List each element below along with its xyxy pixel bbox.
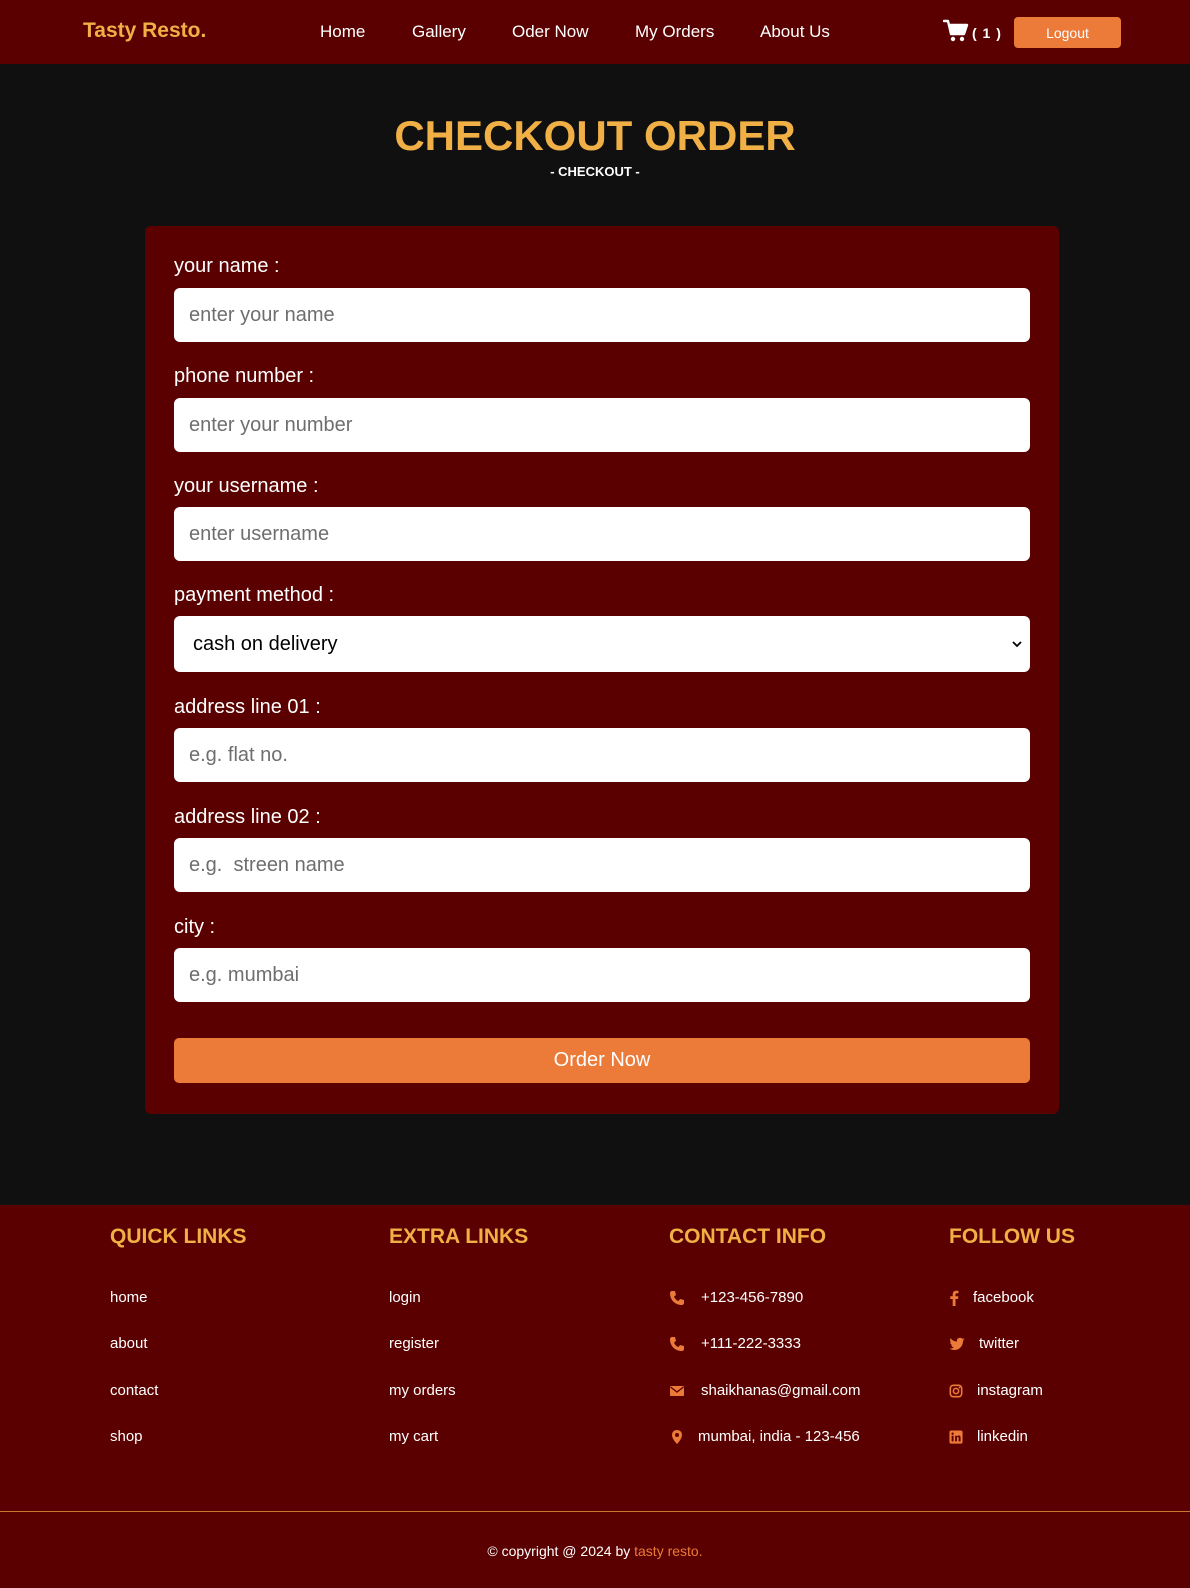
contact-address: mumbai, india - 123-456: [669, 1428, 860, 1445]
footer-link-register[interactable]: register: [389, 1335, 439, 1352]
follow-twitter[interactable]: twitter: [949, 1335, 1019, 1352]
extra-links-column: EXTRA LINKS login register my orders my …: [389, 1225, 529, 1445]
address1-input[interactable]: [174, 728, 1030, 782]
twitter-icon: [949, 1336, 965, 1352]
map-marker-icon: [669, 1429, 685, 1445]
contact-email-text: shaikhanas@gmail.com: [701, 1382, 861, 1399]
linkedin-icon: [949, 1429, 963, 1444]
name-input[interactable]: [174, 288, 1030, 342]
follow-linkedin[interactable]: linkedin: [949, 1428, 1028, 1445]
phone-input[interactable]: [174, 398, 1030, 452]
follow-linkedin-text: linkedin: [977, 1428, 1028, 1445]
contact-phone-1[interactable]: +123-456-7890: [669, 1289, 803, 1306]
phone-icon: [669, 1290, 685, 1306]
checkout-form: your name : phone number : your username…: [145, 226, 1059, 1114]
extra-links-heading: EXTRA LINKS: [389, 1225, 529, 1248]
quick-links-heading: QUICK LINKS: [110, 1225, 247, 1248]
nav-order-now[interactable]: Oder Now: [512, 22, 589, 42]
address1-label: address line 01 :: [174, 696, 321, 718]
payment-method-label: payment method :: [174, 584, 335, 606]
contact-phone-2[interactable]: +111-222-3333: [669, 1335, 801, 1352]
payment-method-select[interactable]: cash on delivery: [174, 616, 1030, 672]
nav-home[interactable]: Home: [320, 22, 365, 42]
footer-link-home[interactable]: home: [110, 1289, 148, 1306]
footer-link-about[interactable]: about: [110, 1335, 148, 1352]
footer-link-login[interactable]: login: [389, 1289, 421, 1306]
logout-button[interactable]: Logout: [1014, 17, 1121, 48]
contact-info-heading: CONTACT INFO: [669, 1225, 827, 1248]
payment-method-value: cash on delivery: [193, 632, 338, 655]
chevron-down-icon: [1012, 637, 1022, 651]
page-title: CHECKOUT ORDER: [394, 112, 796, 159]
contact-address-text: mumbai, india - 123-456: [698, 1428, 860, 1445]
footer-link-my-cart[interactable]: my cart: [389, 1428, 438, 1445]
footer-link-contact[interactable]: contact: [110, 1382, 158, 1399]
follow-us-column: FOLLOW US facebook twitter instagram lin…: [949, 1225, 1075, 1445]
city-label: city :: [174, 916, 216, 938]
shopping-cart-icon: [942, 19, 969, 48]
contact-phone-2-text: +111-222-3333: [701, 1335, 801, 1352]
nav-my-orders[interactable]: My Orders: [635, 22, 714, 42]
address2-input[interactable]: [174, 838, 1030, 892]
follow-instagram[interactable]: instagram: [949, 1382, 1043, 1399]
nav-gallery[interactable]: Gallery: [412, 22, 466, 42]
phone-icon: [669, 1336, 685, 1352]
follow-facebook[interactable]: facebook: [949, 1289, 1034, 1306]
follow-facebook-text: facebook: [973, 1289, 1034, 1306]
contact-email[interactable]: shaikhanas@gmail.com: [669, 1382, 860, 1399]
footer-link-my-orders[interactable]: my orders: [389, 1382, 456, 1399]
name-label: your name :: [174, 255, 280, 277]
facebook-icon: [949, 1290, 959, 1306]
footer: QUICK LINKS home about contact shop EXTR…: [0, 1205, 1190, 1588]
city-input[interactable]: [174, 948, 1030, 1002]
footer-divider: [0, 1511, 1190, 1512]
follow-us-heading: FOLLOW US: [949, 1225, 1075, 1248]
address2-label: address line 02 :: [174, 806, 321, 828]
nav-about-us[interactable]: About Us: [760, 22, 830, 42]
instagram-icon: [949, 1384, 963, 1398]
order-now-button[interactable]: Order Now: [174, 1038, 1030, 1083]
username-label: your username :: [174, 475, 319, 497]
copyright: © copyright @ 2024 by tasty resto.: [0, 1543, 1190, 1559]
envelope-icon: [669, 1383, 685, 1399]
footer-link-shop[interactable]: shop: [110, 1428, 143, 1445]
follow-twitter-text: twitter: [979, 1335, 1020, 1352]
main-nav: Home Gallery Oder Now My Orders About Us: [0, 22, 1190, 44]
page-subtitle: - CHECKOUT -: [550, 164, 640, 179]
cart-count-badge: ( 1 ): [972, 25, 1002, 41]
follow-instagram-text: instagram: [977, 1382, 1043, 1399]
copyright-brand[interactable]: tasty resto.: [634, 1543, 702, 1559]
username-input[interactable]: [174, 507, 1030, 561]
contact-phone-1-text: +123-456-7890: [701, 1289, 804, 1306]
contact-info-column: CONTACT INFO +123-456-7890 +111-222-3333…: [669, 1225, 860, 1445]
quick-links-column: QUICK LINKS home about contact shop: [110, 1225, 247, 1445]
cart-link[interactable]: ( 1 ): [942, 19, 1002, 48]
header: Tasty Resto. Home Gallery Oder Now My Or…: [0, 0, 1190, 64]
phone-label: phone number :: [174, 365, 315, 387]
copyright-text: © copyright @ 2024 by: [487, 1543, 635, 1559]
